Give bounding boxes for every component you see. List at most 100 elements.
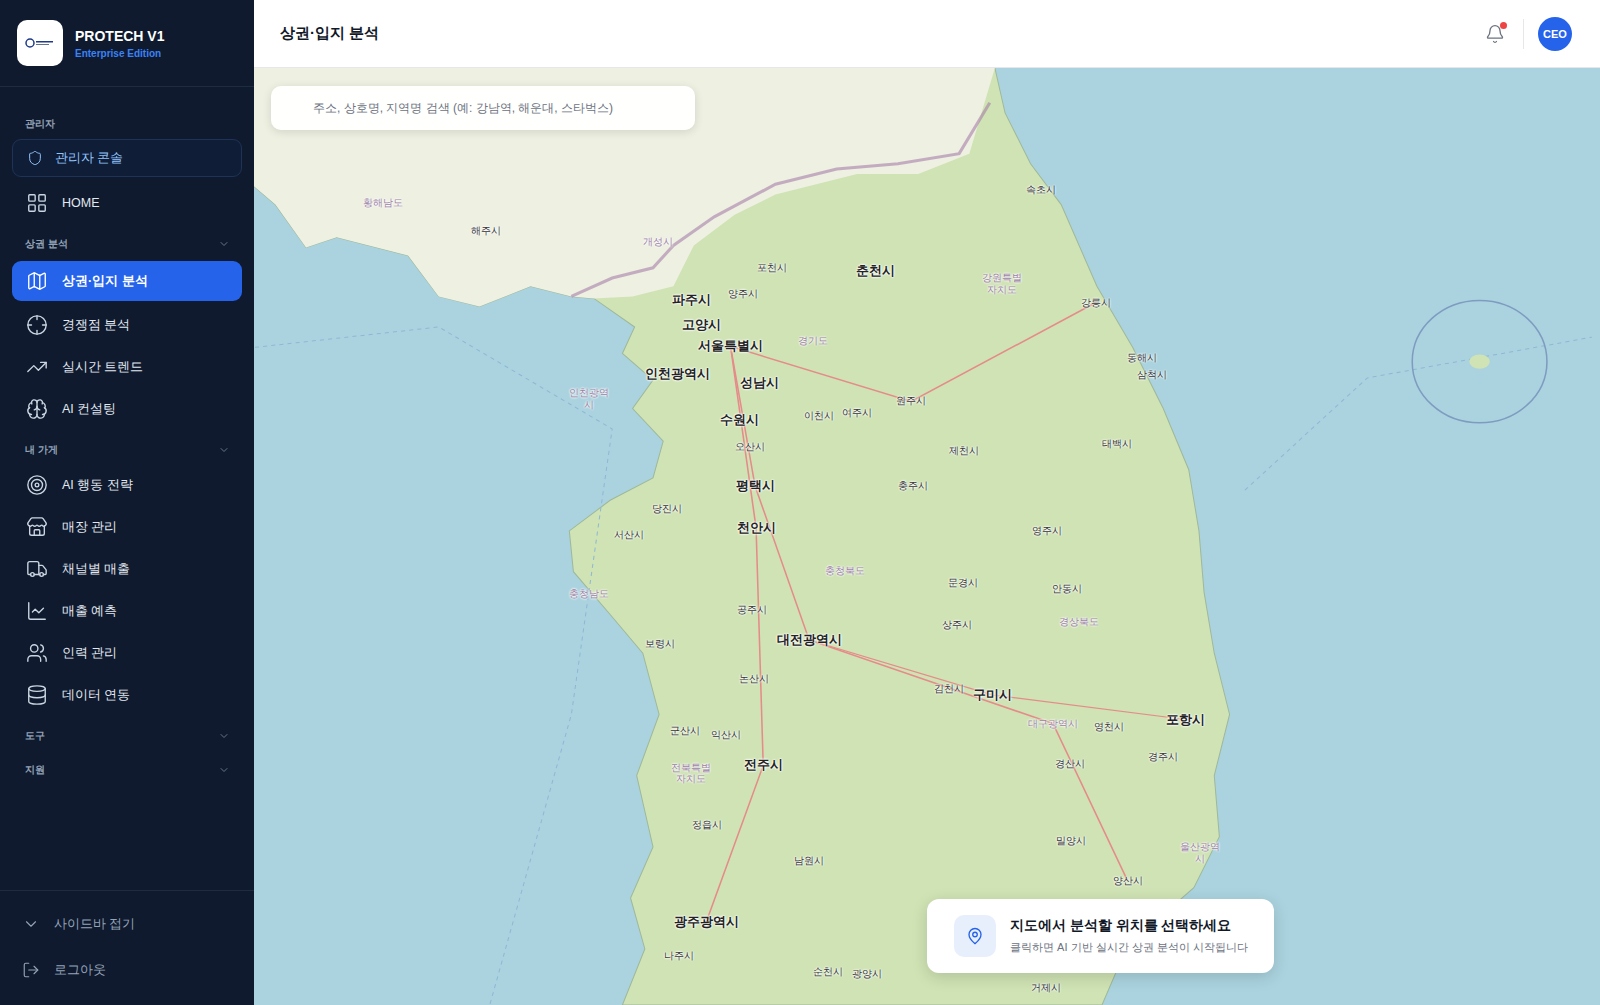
map-label: 익산시 [711, 729, 741, 740]
map-label: 상주시 [942, 619, 972, 630]
map-label: 충청북도 [825, 565, 865, 577]
map-label: 광양시 [852, 969, 882, 980]
sidebar-section: 관리자관리자 콘솔 HOME [12, 113, 242, 223]
map-label: 경주시 [1148, 752, 1178, 763]
map-label: 논산시 [739, 673, 769, 684]
nav-icon [26, 192, 48, 214]
map-label: 황해남도 [363, 197, 403, 209]
sidebar-item[interactable]: 데이터 연동 [12, 675, 242, 715]
map-label: 문경시 [948, 577, 978, 588]
section-header[interactable]: 상권 분석 [12, 233, 242, 257]
main: 상권·입지 분석 CEO 황해남도해주시개성시 속초시포천시 춘천시강원특별자치도파주시… [254, 0, 1600, 1005]
nav-icon [26, 314, 48, 336]
map-label: 수원시 [720, 413, 759, 427]
hint-card: 지도에서 분석할 위치를 선택하세요클릭하면 AI 기반 실시간 상권 분석이 … [927, 899, 1274, 973]
map-label: 춘천시 [856, 264, 895, 278]
logo [17, 20, 63, 66]
map-label: 제천시 [949, 446, 979, 457]
brand: PROTECH V1 Enterprise Edition [0, 0, 254, 87]
map-label: 개성시 [643, 237, 673, 249]
map-label: 오산시 [735, 442, 765, 453]
sidebar-item[interactable]: 인력 관리 [12, 633, 242, 673]
chevron-down-icon [218, 764, 230, 776]
map-label: 나주시 [664, 951, 694, 962]
map-label: 파주시 [672, 293, 711, 307]
map-label: 당진시 [652, 504, 682, 515]
sidebar-nav: 관리자관리자 콘솔HOME상권 분석상권·입지 분석경쟁점 분석실시간 트렌드A… [0, 87, 254, 890]
map[interactable]: 황해남도해주시개성시속초시포천시춘천시강원특별자치도파주시양주시강릉시고양시서울… [254, 68, 1600, 1005]
sidebar-item[interactable]: 경쟁점 분석 [12, 305, 242, 345]
chevron-down-icon [218, 444, 230, 456]
page-title: 상권·입지 분석 [280, 24, 379, 43]
sidebar: PROTECH V1 Enterprise Edition 관리자관리자 콘솔 HOM… [0, 0, 254, 1005]
nav-icon [26, 356, 48, 378]
sidebar-item[interactable]: 매출 예측 [12, 591, 242, 631]
footer-icon [22, 915, 40, 933]
map-label: 대구광역시 [1028, 718, 1078, 730]
map-label: 공주시 [737, 605, 767, 616]
sidebar-item[interactable]: 채널별 매출 [12, 549, 242, 589]
sidebar-item[interactable]: AI 컨설팅 [12, 389, 242, 429]
nav-icon [26, 684, 48, 706]
map-label: 충주시 [898, 481, 928, 492]
avatar[interactable]: CEO [1538, 17, 1572, 51]
map-label: 인천광역시 [568, 387, 610, 410]
map-label: 천안시 [737, 521, 776, 535]
sidebar-section: 내 가게AI 행동 전략매장 관리채널별 매출매출 예측인력 관리데이터 연동 [12, 439, 242, 715]
map-label: 광주광역시 [674, 915, 739, 929]
map-label: 전주시 [744, 758, 783, 772]
notification-button[interactable] [1481, 20, 1509, 48]
brand-name: PROTECH V1 [75, 28, 164, 44]
sidebar-item[interactable]: AI 행동 전략 [12, 465, 242, 505]
search-input[interactable] [311, 100, 681, 116]
chevron-down-icon [218, 238, 230, 250]
app-shell: PROTECH V1 Enterprise Edition 관리자관리자 콘솔 HOM… [0, 0, 1600, 1005]
sidebar-section: 상권 분석상권·입지 분석경쟁점 분석실시간 트렌드AI 컨설팅 [12, 233, 242, 429]
map-label: 포천시 [757, 262, 787, 273]
map-label: 김천시 [934, 683, 964, 694]
sidebar-item[interactable]: 상권·입지 분석 [12, 261, 242, 301]
map-label: 밀양시 [1056, 835, 1086, 846]
section-header[interactable]: 내 가게 [12, 439, 242, 463]
map-label: 평택시 [736, 479, 775, 493]
map-label: 구미시 [973, 688, 1012, 702]
nav-icon [26, 474, 48, 496]
sidebar-section: 지원 [12, 759, 242, 783]
nav-icon [26, 558, 48, 580]
header: 상권·입지 분석 CEO [254, 0, 1600, 68]
section-header[interactable]: 도구 [12, 725, 242, 749]
map-label: 해주시 [471, 226, 501, 237]
map-label: 강원특별자치도 [981, 272, 1023, 295]
sidebar-item[interactable]: 매장 관리 [12, 507, 242, 547]
sidebar-item[interactable]: 실시간 트렌드 [12, 347, 242, 387]
section-header[interactable]: 지원 [12, 759, 242, 783]
sidebar-item[interactable]: HOME [12, 183, 242, 223]
map-label: 양주시 [728, 289, 758, 300]
nav-icon [26, 516, 48, 538]
map-label: 군산시 [670, 725, 700, 736]
map-label: 순천시 [813, 967, 843, 978]
section-header: 관리자 [12, 113, 242, 137]
map-label: 인천광역시 [645, 367, 710, 381]
footer-item[interactable]: 로그아웃 [22, 949, 238, 991]
hint-title: 지도에서 분석할 위치를 선택하세요 [1010, 917, 1248, 935]
search-box [271, 86, 695, 130]
nav-icon [26, 600, 48, 622]
nav-icon [27, 150, 43, 166]
map-label: 동해시 [1127, 352, 1157, 363]
map-label: 서산시 [614, 530, 644, 541]
map-label: 영주시 [1032, 525, 1062, 536]
map-label: 경산시 [1055, 759, 1085, 770]
map-label: 포항시 [1166, 712, 1205, 726]
map-pin-icon [966, 927, 984, 945]
map-label: 전북특별자치도 [670, 761, 712, 784]
sidebar-item[interactable]: 관리자 콘솔 [12, 139, 242, 177]
map-label: 대전광역시 [777, 633, 842, 647]
map-label: 보령시 [645, 639, 675, 650]
map-label: 속초시 [1026, 185, 1056, 196]
map-label: 경기도 [798, 335, 828, 347]
map-label: 영천시 [1094, 721, 1124, 732]
footer-item[interactable]: 사이드바 접기 [22, 903, 238, 945]
brand-edition: Enterprise Edition [75, 48, 164, 59]
map-label: 서울특별시 [698, 339, 763, 353]
